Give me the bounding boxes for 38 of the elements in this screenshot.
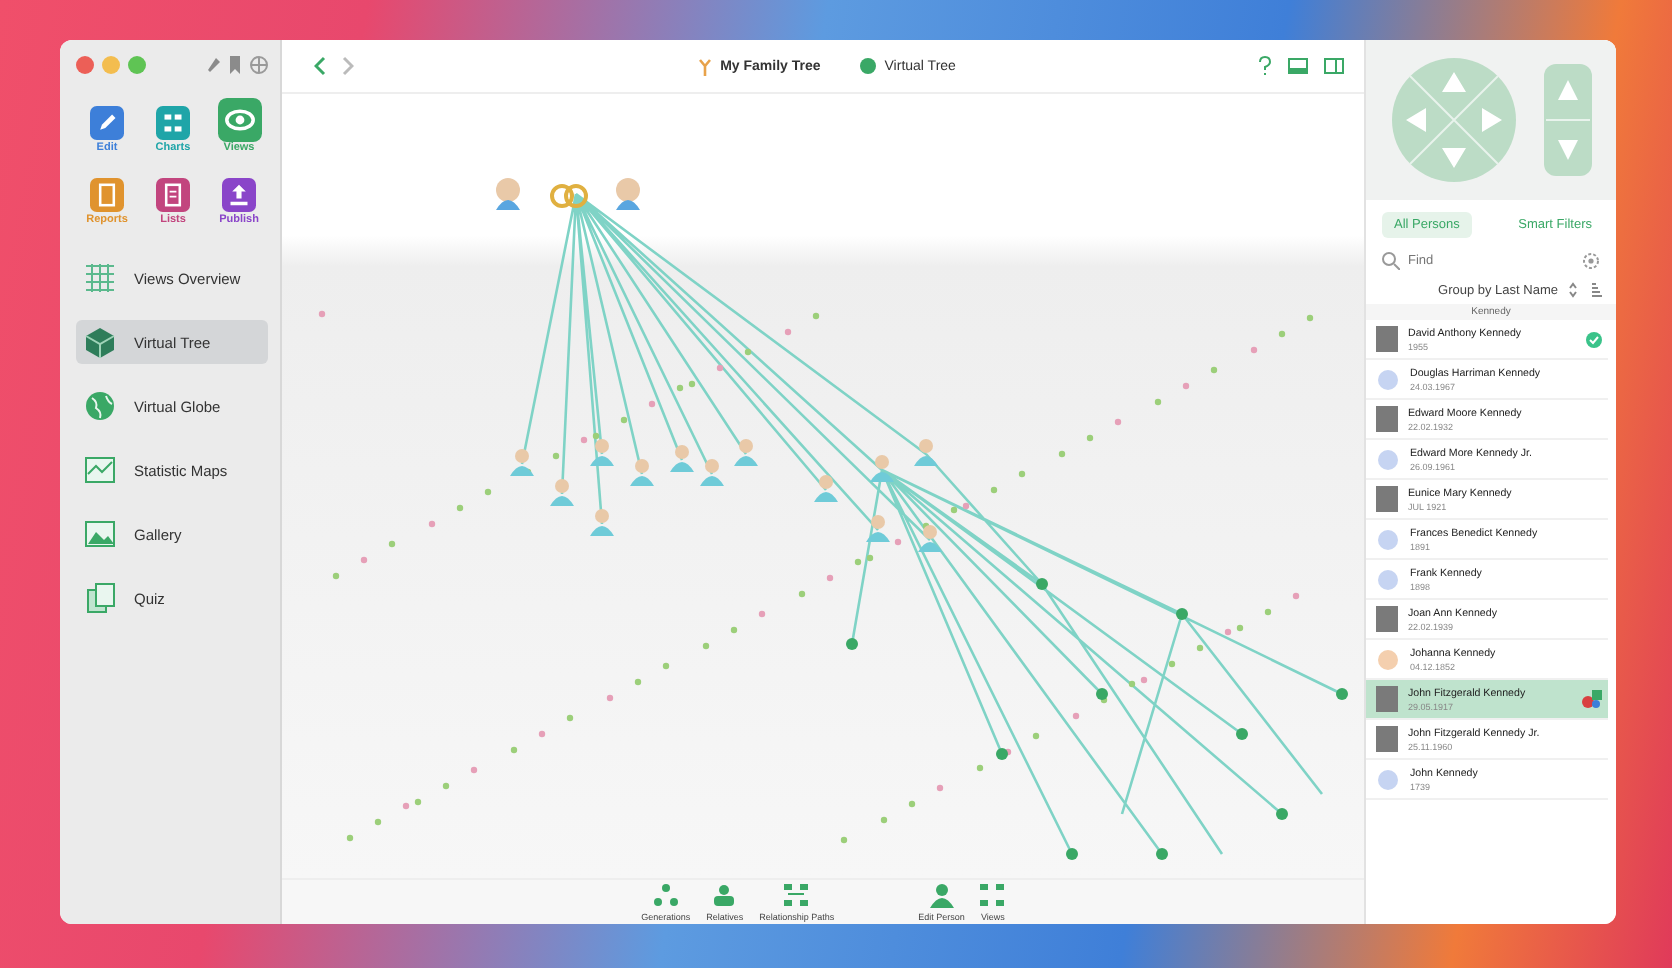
photo-placeholder	[1376, 326, 1398, 352]
forward-button[interactable]	[338, 52, 358, 80]
upload-icon	[222, 178, 256, 212]
back-button[interactable]	[310, 52, 330, 80]
zoom-control-icon	[1543, 64, 1592, 176]
picture-icon	[84, 518, 116, 550]
pencil-icon	[90, 106, 124, 140]
chevron-right-icon	[342, 56, 354, 76]
tree-icon	[698, 57, 713, 75]
chevron-left-icon	[314, 56, 326, 76]
hierarchy-icon	[653, 883, 678, 907]
cards-icon	[84, 582, 116, 614]
photo-placeholder	[1376, 406, 1398, 432]
direction-pad-icon	[1390, 56, 1519, 184]
list-icon	[156, 178, 190, 212]
grid-icon	[980, 883, 1005, 907]
updown-icon	[1568, 282, 1578, 298]
family-tree-drawing[interactable]	[318, 178, 1348, 860]
grid-icon	[84, 262, 116, 294]
eye-icon	[217, 98, 261, 142]
map-icon	[84, 454, 116, 486]
photo-placeholder	[1376, 486, 1398, 512]
document-icon	[90, 178, 124, 212]
path-grid-icon	[784, 883, 809, 907]
photo-placeholder	[1376, 606, 1398, 632]
person-icon	[929, 883, 954, 907]
settings-icon	[1582, 252, 1600, 270]
grid-icon	[155, 106, 190, 140]
search-icon	[1382, 252, 1400, 270]
window-icon	[1288, 58, 1308, 74]
people-icon	[712, 883, 737, 907]
bookmark-icon	[228, 56, 242, 74]
sort-icon	[1590, 282, 1604, 298]
pin-icon	[204, 56, 220, 74]
help-icon	[1258, 56, 1272, 76]
photo-placeholder	[1376, 686, 1398, 712]
photo-placeholder	[1376, 726, 1398, 752]
sidebar-icon	[1324, 58, 1344, 74]
